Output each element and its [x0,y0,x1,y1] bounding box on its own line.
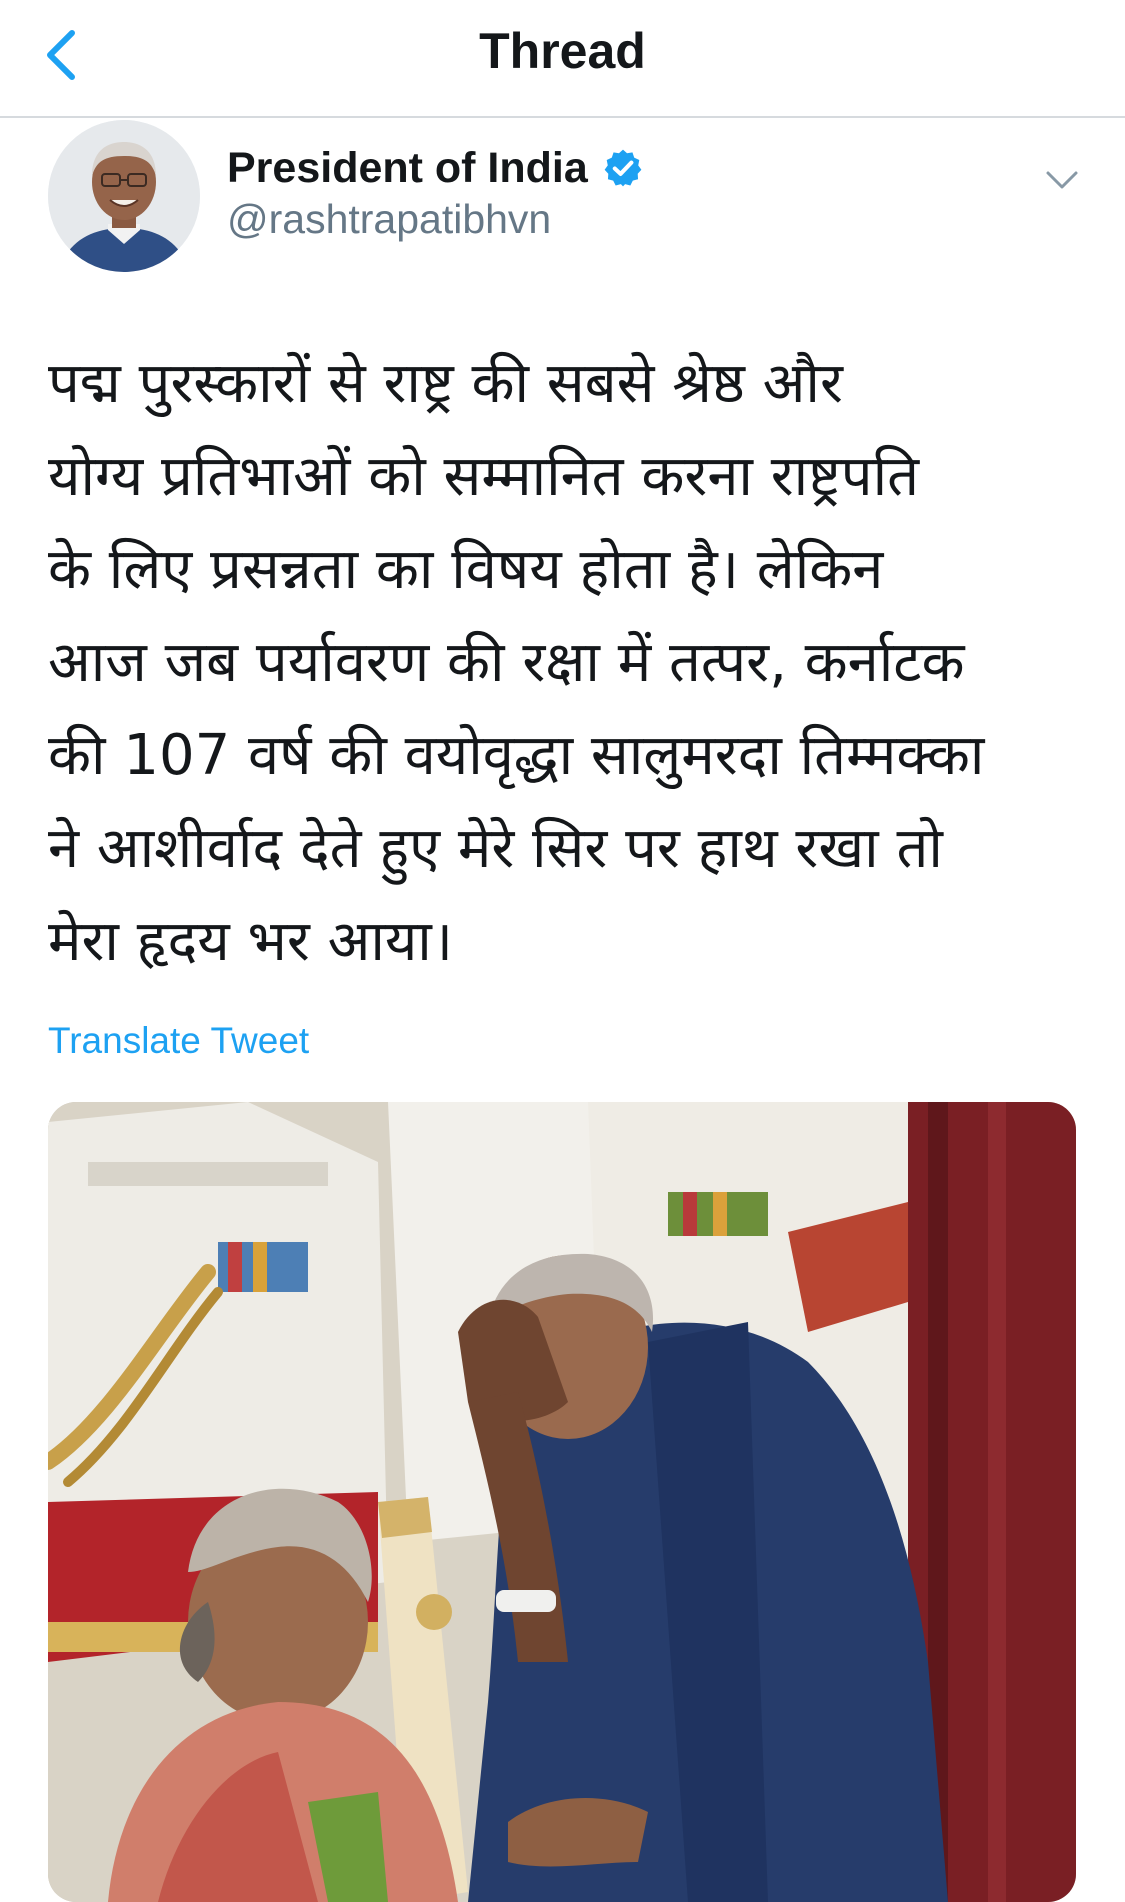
page-title: Thread [479,23,646,79]
tweet-text-line: ने आशीर्वाद देते हुए मेरे सिर पर हाथ रखा… [48,816,943,881]
tweet-text: पद्म पुरस्कारों से राष्ट्र की सबसे श्रेष… [48,337,1088,988]
chevron-down-icon [1046,171,1078,189]
navigation-bar: Thread [0,0,1125,118]
avatar-image [48,120,200,272]
verified-badge-icon [604,149,642,187]
tweet-text-line: आज जब पर्यावरण की रक्षा में तत्पर, कर्ना… [48,630,965,695]
tweet-text-line: मेरा हृदय भर आया। [48,909,454,974]
tweet-options-button[interactable] [1040,158,1084,202]
tweet-text-line: पद्म पुरस्कारों से राष्ट्र की सबसे श्रेष… [48,351,843,416]
display-name-row: President of India [227,140,644,196]
translate-tweet-link[interactable]: Translate Tweet [48,1020,309,1062]
photo-image [48,1102,1076,1902]
tweet-text-line: की 107 वर्ष की वयोवृद्धा सालुमरदा तिम्मक… [48,723,985,788]
tweet-text-line: के लिए प्रसन्नता का विषय होता है। लेकिन [48,537,884,602]
display-name[interactable]: President of India [227,144,588,193]
avatar[interactable] [48,120,200,272]
user-handle[interactable]: @rashtrapatibhvn [227,196,551,243]
tweet-header: President of India @rashtrapatibhvn [0,118,1125,288]
tweet-media-photo[interactable] [48,1102,1076,1902]
tweet-text-line: योग्य प्रतिभाओं को सम्मानित करना राष्ट्र… [48,444,920,509]
